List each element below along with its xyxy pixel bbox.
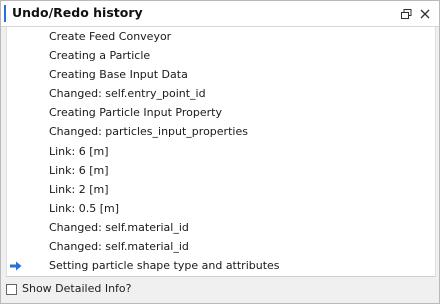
history-item-label: Changed: self.entry_point_id: [49, 87, 206, 101]
history-item[interactable]: Changed: self.material_id: [7, 218, 435, 237]
history-item-label: Link: 2 [m]: [49, 182, 109, 196]
history-item[interactable]: Creating Base Input Data: [7, 65, 435, 84]
history-item[interactable]: Creating a Particle: [7, 46, 435, 65]
history-item-label: Setting particle shape type and attribut…: [49, 259, 280, 273]
history-item-label: Changed: particles_input_properties: [49, 125, 248, 139]
history-item[interactable]: Changed: particles_input_properties: [7, 122, 435, 141]
history-item[interactable]: Link: 6 [m]: [7, 142, 435, 161]
history-item[interactable]: Link: 2 [m]: [7, 180, 435, 199]
history-item[interactable]: Link: 6 [m]: [7, 161, 435, 180]
history-item-label: Creating Particle Input Property: [49, 106, 222, 120]
title-accent-bar: [4, 5, 6, 22]
panel-title: Undo/Redo history: [12, 5, 143, 20]
history-item[interactable]: Link: 0.5 [m]: [7, 199, 435, 218]
history-item-label: Changed: self.material_id: [49, 240, 189, 254]
restore-icon[interactable]: [398, 6, 414, 22]
history-item-label: Link: 6 [m]: [49, 163, 109, 177]
history-list[interactable]: Create Feed Conveyor Creating a Particle C…: [6, 27, 436, 277]
history-item[interactable]: Changed: self.entry_point_id: [7, 84, 435, 103]
title-bar: Undo/Redo history: [1, 1, 439, 27]
history-item-label: Link: 6 [m]: [49, 144, 109, 158]
show-detailed-info-checkbox[interactable]: [6, 284, 17, 295]
history-item-label: Creating a Particle: [49, 49, 151, 63]
history-item-label: Link: 0.5 [m]: [49, 201, 120, 215]
arrow-right-icon: [10, 256, 24, 275]
history-item[interactable]: Creating Particle Input Property: [7, 103, 435, 122]
show-detailed-info-label[interactable]: Show Detailed Info?: [22, 282, 131, 295]
history-item[interactable]: Create Feed Conveyor: [7, 27, 435, 46]
history-item-label: Create Feed Conveyor: [49, 30, 172, 43]
history-item-label: Changed: self.material_id: [49, 220, 189, 234]
history-item[interactable]: Setting particle shape type and attribut…: [7, 256, 435, 275]
history-item[interactable]: Changed: self.material_id: [7, 237, 435, 256]
undo-redo-panel: Undo/Redo history Create Feed Conveyor Cr…: [0, 0, 440, 304]
footer: Show Detailed Info?: [1, 279, 439, 303]
history-item-label: Creating Base Input Data: [49, 68, 188, 82]
close-icon[interactable]: [417, 6, 433, 22]
